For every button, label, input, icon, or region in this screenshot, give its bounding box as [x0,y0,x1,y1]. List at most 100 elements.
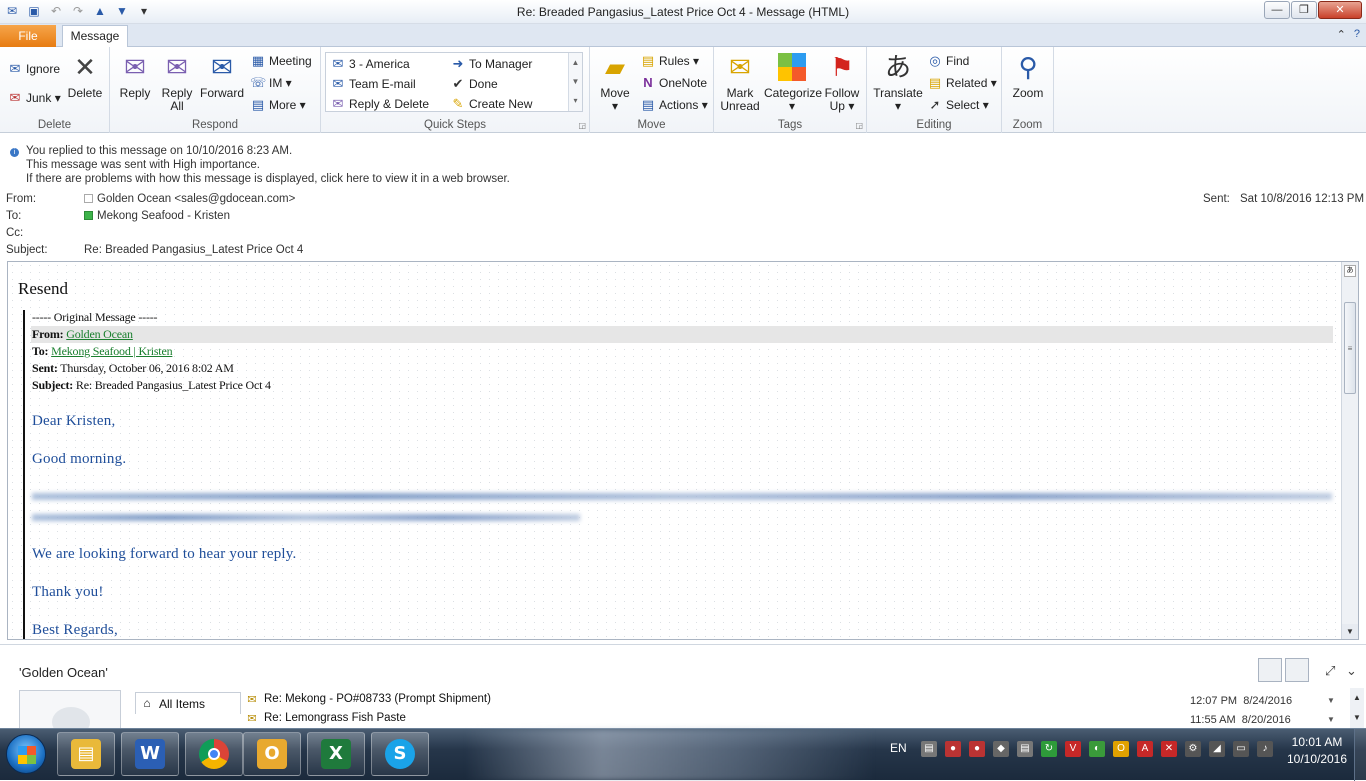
reply-all-button[interactable]: ✉ Reply All [158,51,196,113]
onenote-button[interactable]: N OneNote [640,75,707,91]
body-scrollbar[interactable]: あ ≡ ▼ [1341,262,1358,639]
binoculars-icon: ◎ [929,53,941,68]
tray-app-icon[interactable]: ⚙ [1185,741,1201,757]
move-button[interactable]: ▰ Move ▾ [596,51,634,113]
qs-reply-delete[interactable]: ✉ Reply & Delete [330,96,430,112]
more-button[interactable]: ▤ More ▾ [250,97,306,113]
quoted-to-link[interactable]: Mekong Seafood | Kristen [51,344,172,358]
item-dropdown-icon[interactable]: ▼ [1327,715,1335,724]
zoom-button[interactable]: ⚲ Zoom [1008,51,1048,100]
message-content: Resend ----- Original Message ----- From… [8,262,1342,639]
collapse-ribbon-icon[interactable]: ⌃ [1337,28,1346,41]
power-icon[interactable]: ▭ [1233,741,1249,757]
nav-all-items[interactable]: ⌂ All Items [135,692,241,714]
show-desktop-button[interactable] [1354,729,1366,781]
more-quicksteps-icon[interactable]: ▾ [569,91,582,110]
qs-create-new[interactable]: ✎ Create New [450,96,533,112]
qs-done[interactable]: ✔ Done [450,76,498,92]
rules-button[interactable]: ▤ Rules ▾ [640,53,699,69]
categorize-button[interactable]: Categorize ▾ [764,51,822,113]
language-indicator[interactable]: EN [890,741,907,755]
contact-photo-icon[interactable] [1258,658,1282,682]
collapse-chevron-icon[interactable]: ⌄ [1346,663,1357,679]
translate-button[interactable]: あ Translate ▾ [873,51,923,113]
from-value[interactable]: Golden Ocean <sales@gdocean.com> [84,193,295,205]
forward-icon: ✉ [211,52,233,82]
printer-icon[interactable]: ▤ [921,741,937,757]
minimize-button[interactable]: — [1264,1,1290,19]
checkmark-icon: ✔ [452,76,464,91]
reply-icon: ✉ [124,52,146,82]
taskbar-chrome[interactable] [185,732,243,776]
contact-photo-icon[interactable] [1285,658,1309,682]
maximize-button[interactable]: ❐ [1291,1,1317,19]
scroll-down-icon[interactable]: ▼ [1350,708,1364,728]
subject-value: Re: Breaded Pangasius_Latest Price Oct 4 [84,244,304,256]
view-in-browser-link[interactable]: If there are problems with how this mess… [26,173,510,185]
quoted-from-link[interactable]: Golden Ocean [66,327,133,341]
translate-small-icon[interactable]: あ [1344,265,1356,277]
junk-button[interactable]: ✉ Junk ▾ [7,90,61,106]
scroll-down-icon[interactable]: ▼ [569,72,582,91]
taskbar-excel[interactable]: X [307,732,365,776]
meeting-button[interactable]: ▦ Meeting [250,53,312,69]
taskbar-explorer[interactable]: ▤ [57,732,115,776]
clock[interactable]: 10:01 AM 10/10/2016 [1282,734,1352,768]
delete-button[interactable]: ✕ Delete [66,51,104,100]
scroll-down-icon[interactable]: ▼ [1342,624,1358,639]
tab-file[interactable]: File [0,25,56,47]
message-body[interactable]: Resend ----- Original Message ----- From… [7,261,1359,640]
qs-team-email[interactable]: ✉ Team E-mail [330,76,416,92]
expand-icon[interactable]: ⤢ [1325,663,1335,679]
to-value[interactable]: Mekong Seafood - Kristen [84,210,230,222]
wifi-icon[interactable]: ◢ [1209,741,1225,757]
select-button[interactable]: ➚ Select ▾ [927,97,989,113]
tray-app-icon[interactable]: ✕ [1161,741,1177,757]
replied-notice: You replied to this message on 10/10/201… [26,145,293,157]
volume-icon[interactable]: ♪ [1257,741,1273,757]
related-button[interactable]: ▤ Related ▾ [927,75,997,91]
im-button[interactable]: ☏ IM ▾ [250,75,292,91]
people-pane-scrollbar[interactable]: ▲ ▼ [1350,688,1364,728]
tray-app-icon[interactable]: ● [969,741,985,757]
qs-to-manager[interactable]: ➜ To Manager [450,56,533,72]
mark-unread-button[interactable]: ✉ Mark Unread [720,51,760,113]
item-dropdown-icon[interactable]: ▼ [1327,696,1335,705]
tab-message[interactable]: Message [62,25,128,48]
help-icon[interactable]: ? [1354,28,1360,41]
find-button[interactable]: ◎ Find [927,53,969,69]
follow-up-button[interactable]: ⚑ Follow Up ▾ [822,51,862,113]
scroll-up-icon[interactable]: ▲ [1350,688,1364,708]
tray-app-icon[interactable]: ● [945,741,961,757]
list-item[interactable]: ✉ Re: Mekong - PO#08733 (Prompt Shipment) [244,693,491,707]
to-label: To: [6,210,22,222]
printer-icon[interactable]: ▤ [1017,741,1033,757]
list-item[interactable]: ✉ Re: Lemongrass Fish Paste [244,712,406,726]
actions-button[interactable]: ▤ Actions ▾ [640,97,708,113]
group-zoom: ⚲ Zoom Zoom [1002,47,1054,133]
quick-steps-scroll[interactable]: ▲ ▼ ▾ [568,53,582,111]
qs-3-america[interactable]: ✉ 3 - America [330,56,410,72]
reply-button[interactable]: ✉ Reply [116,51,154,100]
quoted-from: From: Golden Ocean [32,327,133,341]
taskbar-word[interactable]: W [121,732,179,776]
people-pane-name: 'Golden Ocean' [19,665,108,680]
taskbar-outlook[interactable]: O [243,732,301,776]
forward-button[interactable]: ✉ Forward [200,51,244,100]
scroll-thumb[interactable]: ≡ [1344,302,1356,394]
network-icon[interactable]: ◆ [993,741,1009,757]
tray-app-icon[interactable]: ◐ [1089,741,1105,757]
sync-icon[interactable]: ↻ [1041,741,1057,757]
start-button[interactable] [6,734,46,774]
onenote-icon: N [643,75,653,90]
chrome-icon [199,739,229,769]
group-delete: ✉ Ignore ✉ Junk ▾ ✕ Delete Delete [0,47,110,133]
taskbar-skype[interactable]: S [371,732,429,776]
tray-app-icon[interactable]: O [1113,741,1129,757]
ignore-button[interactable]: ✉ Ignore [7,61,60,77]
antivirus-icon[interactable]: V [1065,741,1081,757]
reply-all-icon: ✉ [166,52,188,82]
scroll-up-icon[interactable]: ▲ [569,53,582,72]
close-button[interactable]: ✕ [1318,1,1362,19]
pdf-icon[interactable]: A [1137,741,1153,757]
